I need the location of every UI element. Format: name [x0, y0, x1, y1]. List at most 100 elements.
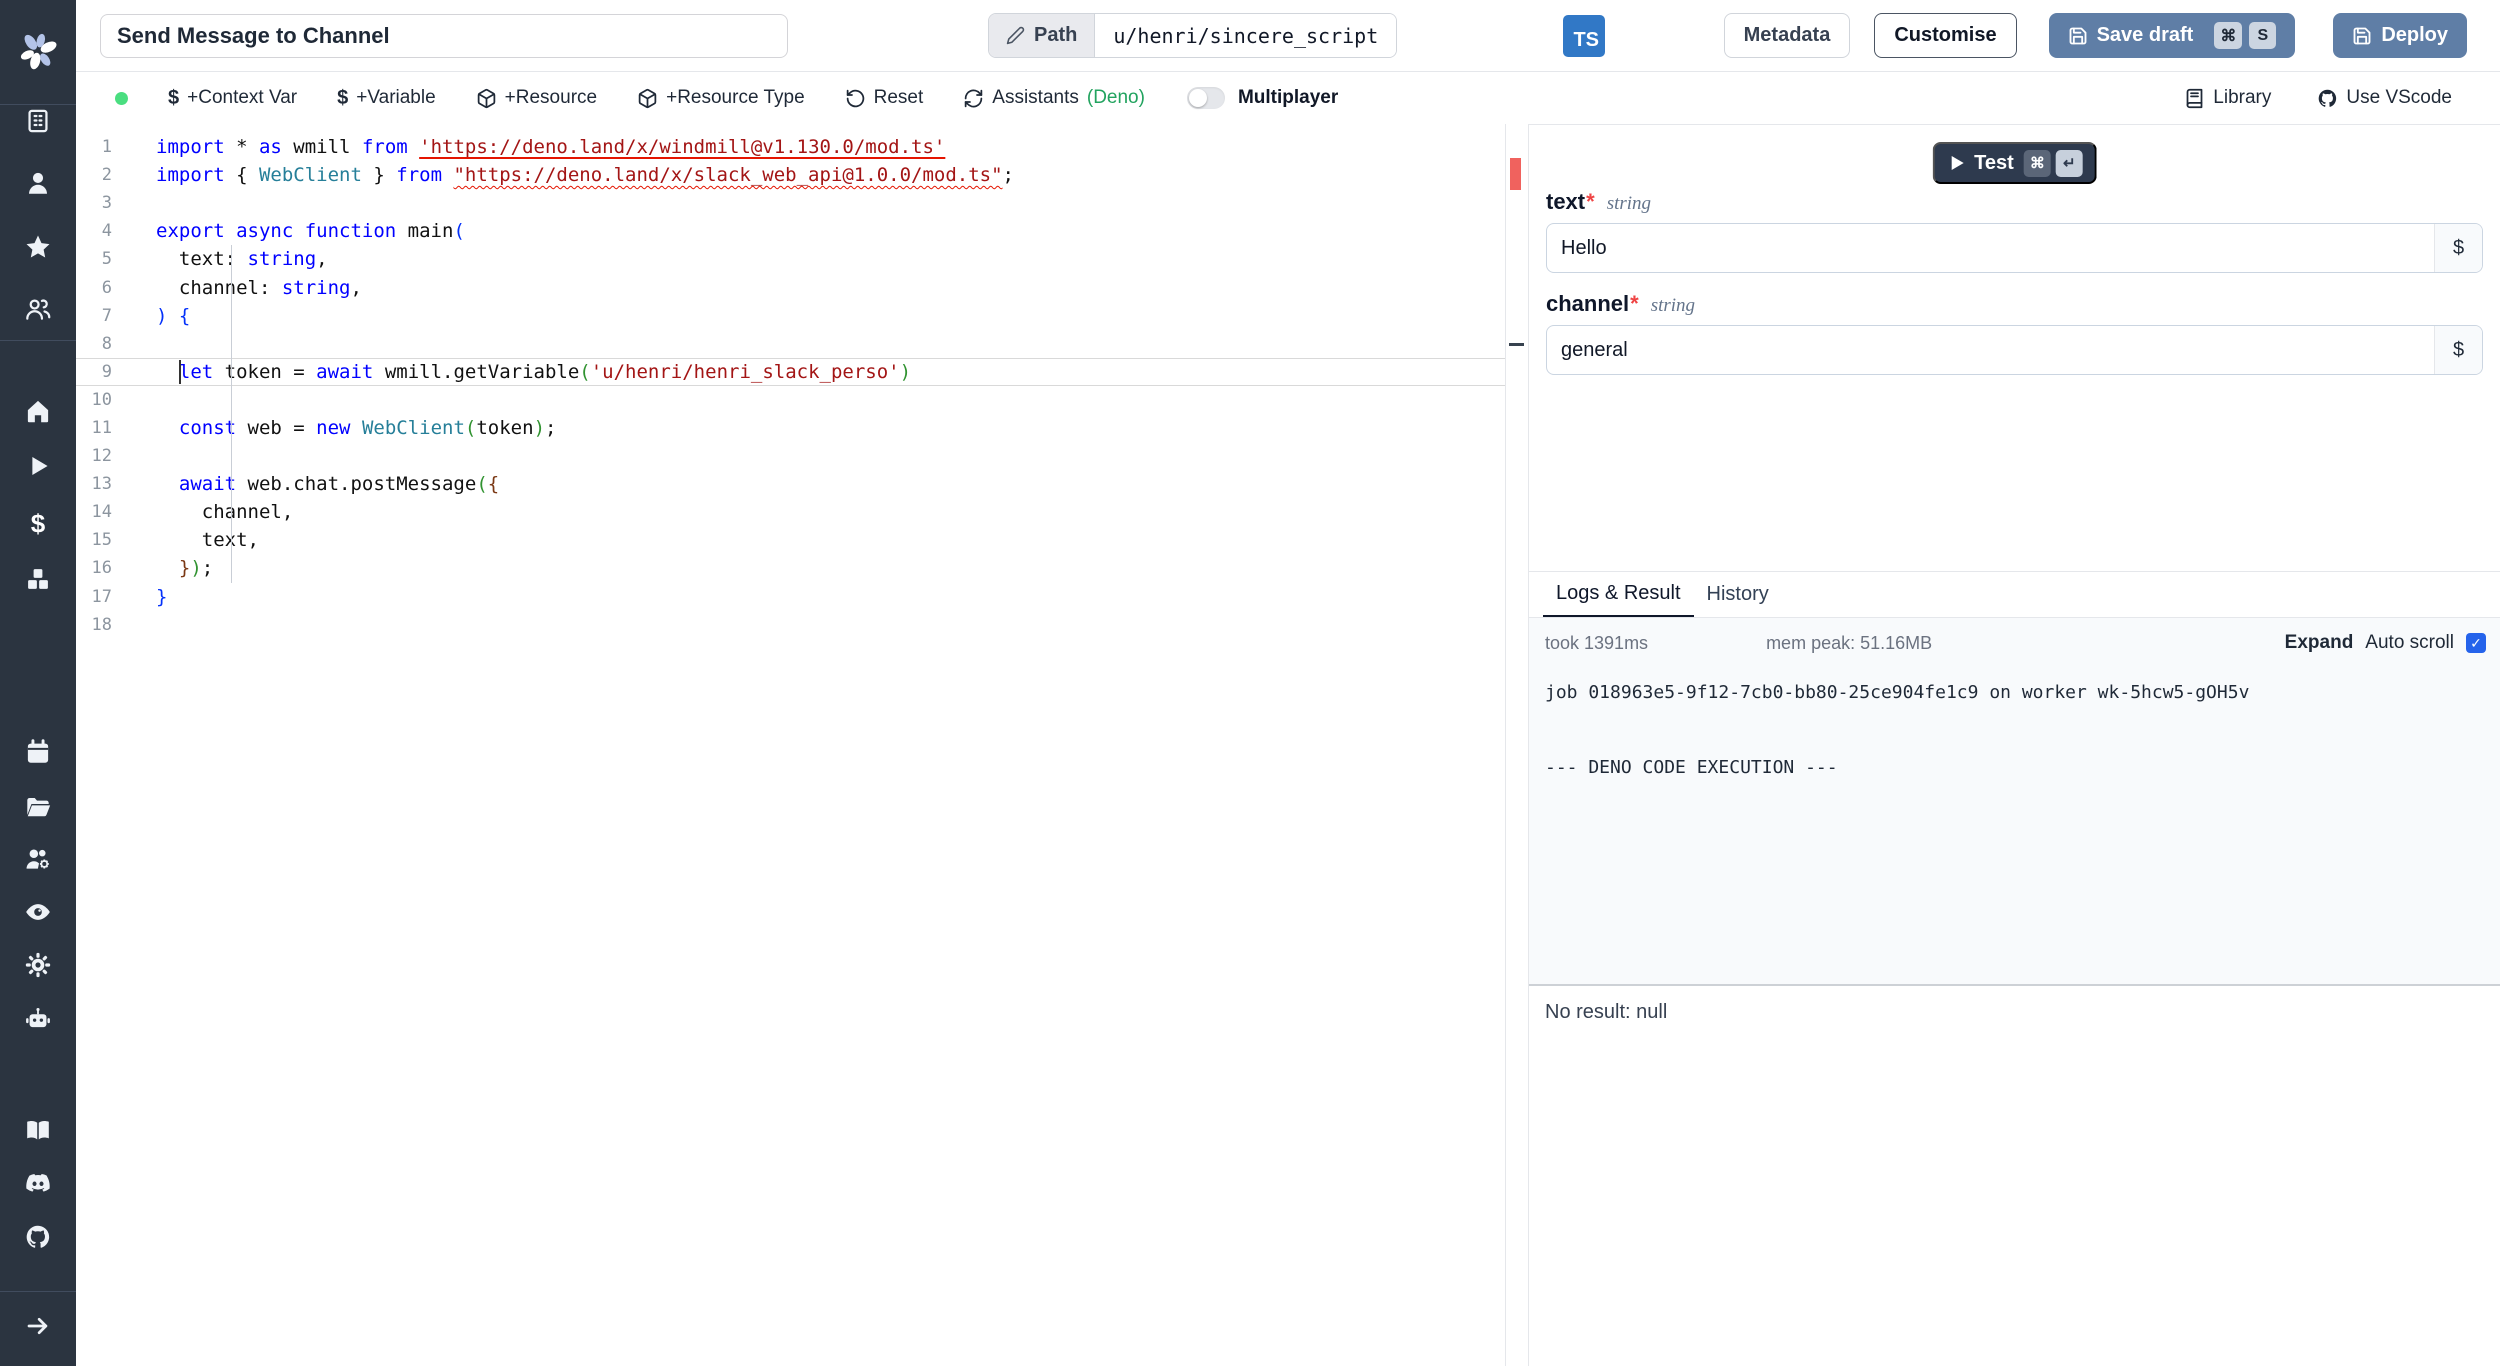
editor-line[interactable]: 17} [76, 583, 1505, 611]
insert-variable-button[interactable]: $ [2434, 224, 2482, 272]
expand-button[interactable]: Expand [2285, 632, 2354, 654]
editor-line[interactable]: 6 channel: string, [76, 273, 1505, 301]
code-line-text: channel, [156, 501, 294, 524]
sidebar-item-calendar-icon[interactable] [25, 739, 52, 766]
editor-line[interactable]: 5 text: string, [76, 245, 1505, 273]
mem-peak: mem peak: 51.16MB [1766, 632, 1933, 653]
code-line-text: export async function main( [156, 220, 465, 243]
editor-line[interactable]: 10 [76, 386, 1505, 414]
autoscroll-label: Auto scroll [2365, 632, 2454, 653]
code-line-text: text, [156, 529, 259, 552]
editor-line[interactable]: 3 [76, 189, 1505, 217]
editor-line[interactable]: 8 [76, 330, 1505, 358]
insert-variable-button[interactable]: $ [2434, 326, 2482, 374]
save-icon [2353, 27, 2371, 44]
code-line-text: import { WebClient } from "https://deno.… [156, 164, 1014, 187]
code-line-text: } [156, 585, 168, 608]
sidebar-item-folder-icon[interactable] [25, 794, 52, 821]
sidebar-item-home-icon[interactable] [25, 398, 52, 425]
refresh-icon [965, 88, 983, 108]
customise-button[interactable]: Customise [1874, 13, 2017, 58]
library-button[interactable]: Library [2184, 87, 2271, 109]
sidebar-item-boxes-icon[interactable] [25, 566, 52, 593]
editor-line[interactable]: 15 text, [76, 526, 1505, 554]
sidebar-item-github-icon[interactable] [25, 1224, 52, 1251]
line-number: 3 [101, 193, 112, 214]
run-panel: Test ⌘↵ text*string$channel*string$ Logs… [1528, 124, 2500, 1366]
result-divider[interactable] [1529, 984, 2500, 986]
assistants-button[interactable]: Assistants (Deno) [963, 87, 1145, 109]
add-resource-type-button[interactable]: +Resource Type [637, 87, 805, 109]
script-title-input[interactable] [100, 14, 788, 58]
indent-guide [231, 245, 232, 583]
sidebar-item-eye-icon[interactable] [25, 899, 52, 926]
editor-line[interactable]: 13 await web.chat.postMessage({ [76, 470, 1505, 498]
save-draft-button[interactable]: Save draft ⌘ S [2048, 13, 2296, 58]
line-number: 17 [91, 586, 112, 607]
editor-line[interactable]: 1 import * as wmill from 'https://deno.la… [76, 133, 1505, 161]
line-number: 1 [101, 137, 112, 158]
editor-line[interactable]: 16 }); [76, 554, 1505, 582]
line-number: 7 [101, 305, 112, 326]
deploy-button[interactable]: Deploy [2333, 13, 2467, 58]
sidebar-item-play-icon[interactable] [25, 453, 52, 480]
sidebar-item-dollar-icon[interactable]: $ [25, 510, 52, 537]
editor-line[interactable]: 2 import { WebClient } from "https://deno… [76, 161, 1505, 189]
editor-line[interactable]: 18 [76, 611, 1505, 639]
editor-line[interactable]: 7) { [76, 302, 1505, 330]
sidebar-item-gear-icon[interactable] [25, 952, 52, 979]
sidebar-item-star-icon[interactable] [25, 234, 52, 261]
multiplayer-toggle[interactable] [1186, 87, 1225, 109]
add-resource-type-label: +Resource Type [666, 87, 805, 108]
sidebar-item-arrow-right-icon[interactable] [25, 1313, 52, 1340]
tab-logs-result[interactable]: Logs & Result [1543, 572, 1694, 617]
overview-ruler[interactable] [1505, 124, 1528, 1366]
code-editor[interactable]: 1 import * as wmill from 'https://deno.la… [76, 124, 1505, 1366]
error-marker [1510, 158, 1521, 190]
add-variable-button[interactable]: $ +Variable [337, 87, 436, 110]
sidebar-item-user-icon[interactable] [25, 170, 52, 197]
package-icon [477, 88, 495, 108]
save-draft-label: Save draft [2096, 24, 2194, 46]
autoscroll-checkbox[interactable]: ✓ [2466, 633, 2486, 653]
library-label: Library [2213, 87, 2272, 108]
run-duration: took 1391ms [1545, 632, 1649, 653]
line-number: 13 [91, 474, 112, 495]
dollar-icon: $ [168, 86, 180, 109]
sidebar-item-users-cog-icon[interactable] [25, 846, 52, 873]
metadata-button[interactable]: Metadata [1723, 13, 1851, 58]
topbar-actions: Metadata Customise Save draft ⌘ S Deploy [1723, 13, 2467, 58]
add-context-var-button[interactable]: $ +Context Var [168, 87, 297, 110]
result-text: No result: null [1545, 1001, 1668, 1023]
editor-line[interactable]: 14 channel, [76, 498, 1505, 526]
editor-line[interactable]: 4 export async function main( [76, 217, 1505, 245]
sidebar-item-users-icon[interactable] [25, 296, 52, 323]
typescript-badge: TS [1563, 15, 1605, 57]
add-resource-label: +Resource [504, 87, 598, 108]
windmill-logo-icon[interactable] [15, 28, 61, 74]
reset-button[interactable]: Reset [845, 87, 923, 109]
multiplayer-label: Multiplayer [1237, 87, 1339, 108]
sidebar-item-book-icon[interactable] [25, 1117, 52, 1144]
use-vscode-label: Use VScode [2346, 87, 2452, 108]
line-number: 16 [91, 558, 112, 579]
path-edit-button[interactable]: Path [989, 14, 1096, 57]
text-input[interactable] [1547, 224, 2434, 272]
code-line-text: text: string, [156, 248, 328, 271]
code-line-text: const web = new WebClient(token); [178, 416, 557, 439]
editor-line[interactable]: 9 let token = await wmill.getVariable('u… [76, 358, 1505, 386]
add-resource-button[interactable]: +Resource [476, 87, 597, 109]
use-vscode-button[interactable]: Use VScode [2317, 87, 2452, 109]
editor-line[interactable]: 11 const web = new WebClient(token); [76, 414, 1505, 442]
path-value[interactable]: u/henri/sincere_script [1095, 14, 1397, 57]
sidebar-item-building-icon[interactable] [25, 108, 52, 135]
sidebar-item-discord-icon[interactable] [25, 1170, 52, 1197]
shortcut-key: ⌘ [2023, 149, 2051, 177]
channel-input[interactable] [1547, 326, 2434, 374]
test-button[interactable]: Test ⌘ ↵ [1932, 142, 2097, 184]
field-type: string [1606, 193, 1652, 214]
editor-toolbar: $ +Context Var $ +Variable +Resource +Re… [76, 72, 2500, 124]
sidebar-item-robot-icon[interactable] [25, 1006, 52, 1033]
tab-history[interactable]: History [1694, 572, 1782, 617]
editor-line[interactable]: 12 [76, 442, 1505, 470]
